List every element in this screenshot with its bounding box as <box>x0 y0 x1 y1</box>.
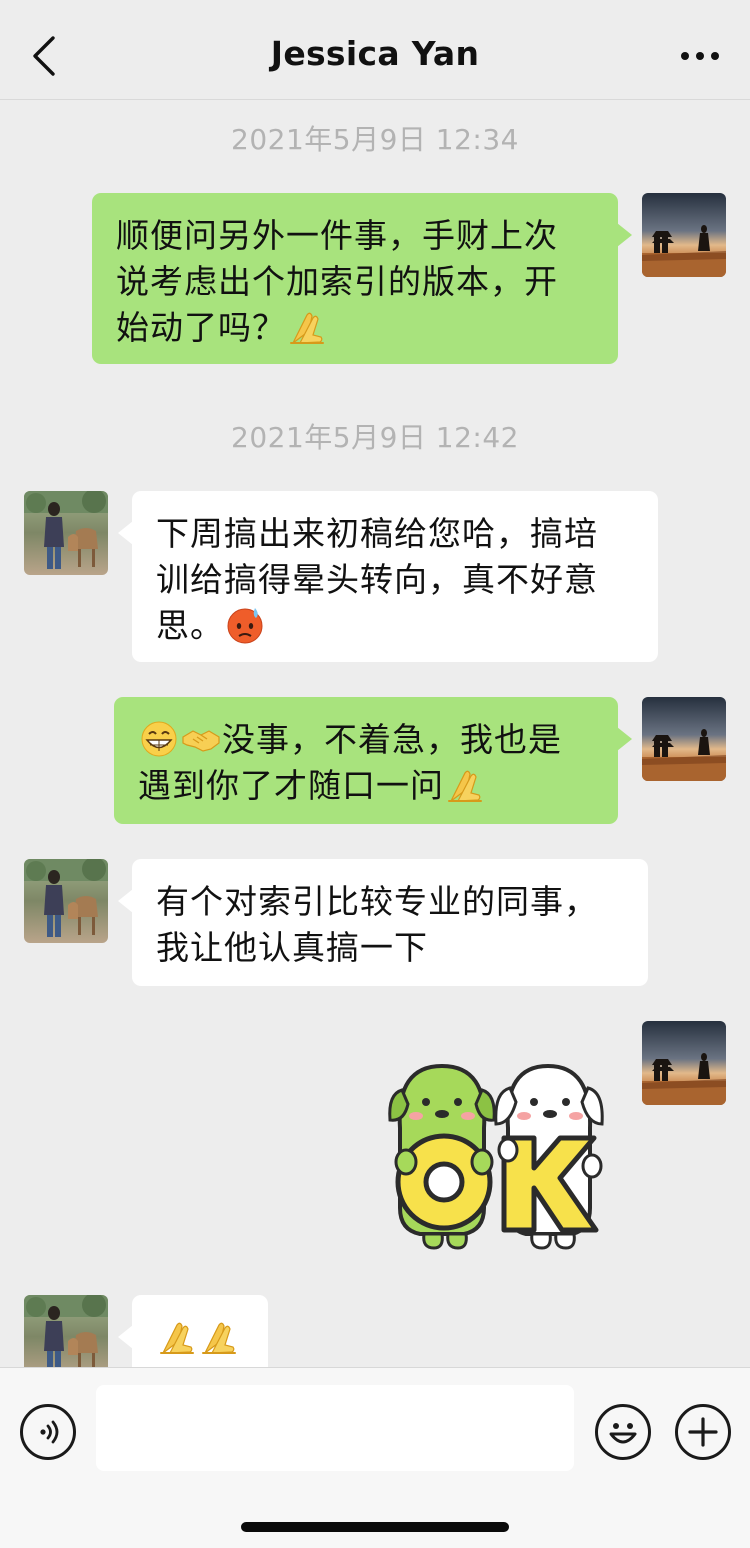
message-bubble-sent[interactable]: 没事，不着急，我也是 遇到你了才随口一问 <box>114 697 632 824</box>
emoji-icon <box>609 1423 637 1444</box>
nav-bar: Jessica Yan <box>0 0 750 100</box>
message-text-line: 思。 <box>156 606 224 645</box>
more-button[interactable] <box>672 34 728 78</box>
home-indicator <box>241 1522 509 1532</box>
message-text-line: 下周搞出来初稿给您哈，搞培 <box>156 514 598 553</box>
plus-button[interactable] <box>675 1404 731 1460</box>
message-text-line: 有个对索引比较专业的同事， <box>156 882 598 921</box>
plus-icon <box>688 1417 718 1447</box>
my-avatar[interactable] <box>642 697 726 781</box>
back-button[interactable] <box>22 30 66 82</box>
folded-hands-emoji <box>445 765 485 805</box>
chevron-left-icon <box>33 36 55 76</box>
input-bar <box>0 1367 750 1548</box>
chat-title: Jessica Yan <box>270 34 480 73</box>
handshake-emoji <box>181 719 221 759</box>
contact-avatar[interactable] <box>24 859 108 943</box>
message-text-line: 始动了吗？ <box>116 308 286 347</box>
message-text-line: 没事，不着急，我也是 <box>222 720 562 759</box>
my-avatar[interactable] <box>642 193 726 277</box>
emoji-button[interactable] <box>595 1404 651 1460</box>
message-bubble-sent[interactable]: 顺便问另外一件事，手财上次 说考虑出个加索引的版本，开 始动了吗？ <box>92 193 632 364</box>
message-timestamp: 2021年5月9日 12:34 <box>231 123 519 156</box>
folded-hands-emoji <box>287 307 327 347</box>
message-text-line: 顺便问另外一件事，手财上次 <box>116 216 558 255</box>
message-input[interactable] <box>96 1385 574 1471</box>
contact-avatar[interactable] <box>24 491 108 575</box>
message-text-line: 说考虑出个加索引的版本，开 <box>116 262 558 301</box>
voice-button[interactable] <box>20 1404 76 1460</box>
folded-hands-emoji <box>157 1317 197 1357</box>
folded-hands-emoji <box>199 1317 239 1357</box>
message-bubble-received[interactable]: 下周搞出来初稿给您哈，搞培 训给搞得晕头转向，真不好意 思。 <box>118 491 658 662</box>
message-timestamp: 2021年5月9日 12:42 <box>231 421 519 454</box>
message-text-line: 我让他认真搞一下 <box>156 928 428 967</box>
more-horizontal-icon <box>681 52 719 60</box>
hot-face-emoji <box>225 605 265 645</box>
message-bubble-received[interactable]: 有个对索引比较专业的同事， 我让他认真搞一下 <box>118 859 648 986</box>
my-avatar[interactable] <box>642 1021 726 1105</box>
ok-sticker[interactable] <box>384 1058 606 1253</box>
voice-icon <box>40 1420 59 1444</box>
message-text-line: 遇到你了才随口一问 <box>138 766 444 805</box>
grinning-face-emoji <box>139 719 179 759</box>
message-text-line: 训给搞得晕头转向，真不好意 <box>156 560 598 599</box>
